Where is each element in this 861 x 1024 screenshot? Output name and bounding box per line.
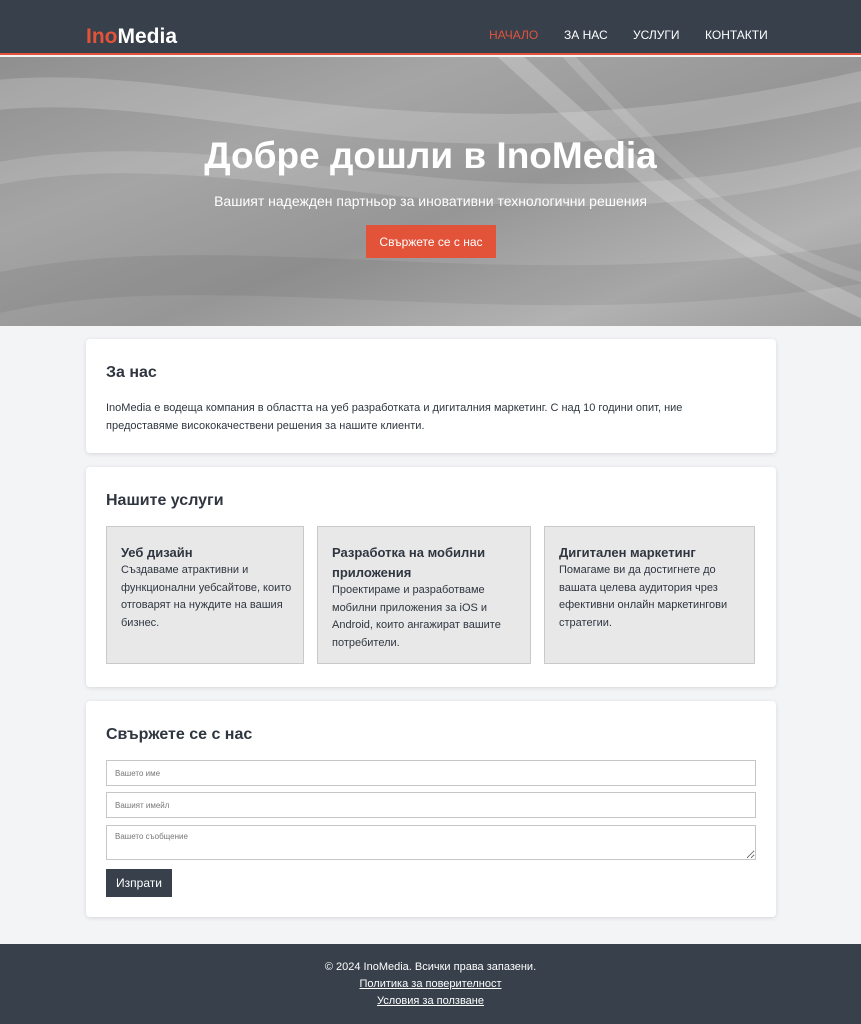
service-title: Разработка на мобилни приложения: [332, 545, 486, 580]
logo-rest: Media: [117, 25, 178, 48]
services-title: Нашите услуги: [106, 492, 224, 509]
name-input[interactable]: [106, 760, 756, 786]
contact-title: Свържете се с нас: [106, 726, 253, 743]
service-digital-marketing: Дигитален маркетинг Помагаме ви да дости…: [544, 526, 755, 664]
service-title: Уеб дизайн: [121, 545, 193, 560]
nav-contacts[interactable]: Контакти: [705, 28, 768, 42]
nav-services[interactable]: Услуги: [633, 28, 680, 42]
service-text: Проектираме и разработваме мобилни прило…: [332, 584, 501, 649]
about-text: InoMedia е водеща компания в областта на…: [106, 402, 683, 432]
copyright-text: © 2024 InoMedia. Всички права запазени.: [324, 961, 537, 973]
submit-button[interactable]: Изпрати: [106, 869, 172, 897]
about-card: За нас InoMedia е водеща компания в обла…: [86, 339, 776, 453]
privacy-policy-link[interactable]: Политика за поверителност: [0, 978, 861, 990]
email-input[interactable]: [106, 792, 756, 818]
hero-section: Добре дошли в InoMedia Вашият надежден п…: [0, 57, 861, 326]
service-title: Дигитален маркетинг: [559, 545, 696, 560]
hero-subtitle: Вашият надежден партньор за иновативни т…: [214, 193, 647, 209]
logo-accent: Ino: [86, 25, 118, 48]
message-textarea[interactable]: [106, 825, 756, 860]
services-card: Нашите услуги Уеб дизайн Създаваме атрак…: [86, 467, 776, 687]
about-title: За нас: [106, 364, 157, 381]
contact-card: Свържете се с нас Изпрати: [86, 701, 776, 917]
site-logo[interactable]: InoMedia: [86, 25, 177, 49]
hero-title: Добре дошли в InoMedia: [204, 135, 657, 176]
service-web-design: Уеб дизайн Създаваме атрактивни и функци…: [106, 526, 304, 664]
nav-about[interactable]: За нас: [564, 28, 608, 42]
service-text: Създаваме атрактивни и функционални уебс…: [121, 564, 292, 629]
nav-home[interactable]: Начало: [489, 28, 538, 42]
hero-background-waves: [0, 57, 861, 319]
site-footer: © 2024 InoMedia. Всички права запазени. …: [0, 944, 861, 1024]
contact-us-button[interactable]: Свържете се с нас: [366, 225, 496, 258]
site-header: InoMedia Начало За нас Услуги Контакти: [0, 0, 861, 55]
service-text: Помагаме ви да достигнете до вашата целе…: [559, 564, 728, 629]
service-mobile-apps: Разработка на мобилни приложения Проекти…: [317, 526, 531, 664]
terms-of-use-link[interactable]: Условия за ползване: [0, 995, 861, 1007]
